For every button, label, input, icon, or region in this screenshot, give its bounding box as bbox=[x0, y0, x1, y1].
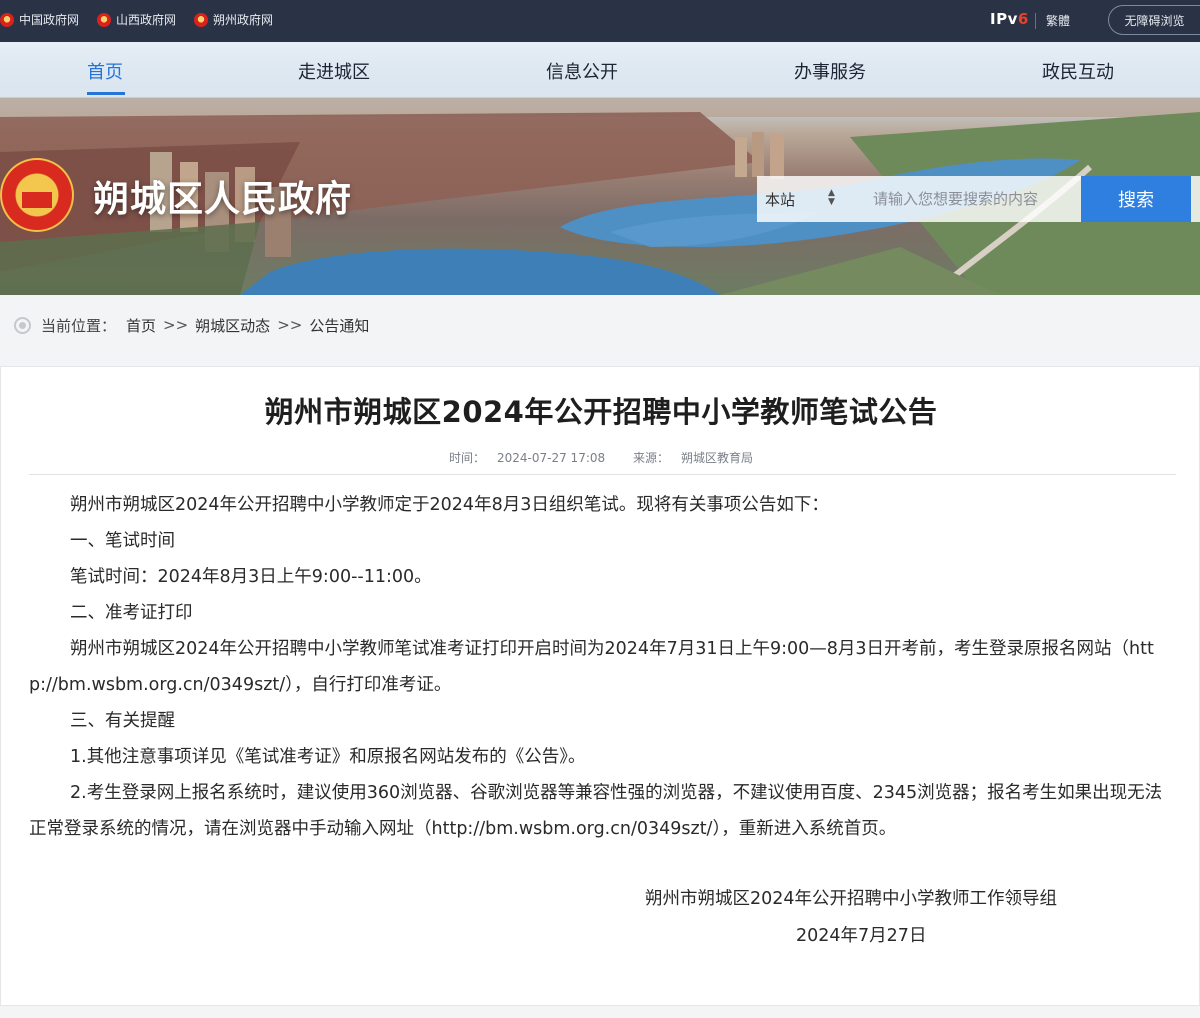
emblem-icon bbox=[0, 12, 14, 27]
top-link-shuozhou[interactable]: 朔州政府网 bbox=[194, 11, 273, 28]
nav-active-indicator bbox=[87, 92, 125, 95]
ipv6-suffix: 6 bbox=[1017, 10, 1029, 28]
top-bar: 中国政府网 山西政府网 朔州政府网 IPv6 繁體 无障碍浏览 bbox=[0, 0, 1200, 42]
breadcrumb: 当前位置： 首页 >> 朔城区动态 >> 公告通知 bbox=[0, 295, 1200, 355]
divider bbox=[1035, 13, 1036, 29]
up-down-arrow-icon: ▲ ▼ bbox=[828, 188, 835, 207]
article: 朔州市朔城区2024年公开招聘中小学教师笔试公告 时间： 2024-07-27 1… bbox=[0, 366, 1200, 1006]
breadcrumb-separator: >> bbox=[277, 316, 303, 334]
paragraph: 朔州市朔城区2024年公开招聘中小学教师定于2024年8月3日组织笔试。现将有关… bbox=[70, 495, 829, 515]
main-nav: 首页 走进城区 信息公开 办事服务 政民互动 bbox=[0, 42, 1200, 98]
article-body: 朔州市朔城区2024年公开招聘中小学教师定于2024年8月3日组织笔试。现将有关… bbox=[29, 487, 1177, 847]
site-title[interactable]: 朔城区人民政府 bbox=[93, 170, 352, 222]
search-input[interactable] bbox=[845, 176, 1081, 222]
divider bbox=[29, 474, 1176, 475]
publish-time: 2024-07-27 17:08 bbox=[497, 451, 606, 465]
search-scope-label: 本站 bbox=[765, 190, 796, 209]
search-bar: 本站 ▲▼ 搜索 bbox=[757, 176, 1200, 222]
ipv6-prefix: IPv bbox=[990, 10, 1018, 28]
nav-about-district[interactable]: 走进城区 bbox=[298, 58, 370, 84]
section-heading: 三、有关提醒 bbox=[70, 711, 175, 731]
paragraph: 朔州市朔城区2024年公开招聘中小学教师笔试准考证打印开启时间为2024年7月3… bbox=[29, 639, 1154, 695]
paragraph: 1.其他注意事项详见《笔试准考证》和原报名网站发布的《公告》。 bbox=[70, 747, 586, 767]
breadcrumb-home[interactable]: 首页 bbox=[126, 315, 156, 336]
breadcrumb-label: 当前位置： bbox=[41, 316, 117, 335]
top-links: 中国政府网 山西政府网 朔州政府网 bbox=[0, 11, 291, 28]
traditional-chinese-link[interactable]: 繁體 bbox=[1046, 12, 1070, 29]
emblem-icon bbox=[194, 12, 209, 27]
location-icon bbox=[14, 316, 31, 334]
nav-services[interactable]: 办事服务 bbox=[794, 58, 866, 84]
top-link-gov-cn[interactable]: 中国政府网 bbox=[0, 11, 79, 28]
top-link-label: 中国政府网 bbox=[19, 13, 80, 27]
breadcrumb-notices[interactable]: 公告通知 bbox=[309, 315, 369, 336]
national-emblem-icon[interactable]: ★ bbox=[0, 158, 74, 232]
paragraph: 笔试时间：2024年8月3日上午9:00--11:00。 bbox=[70, 567, 432, 587]
article-meta: 时间： 2024-07-27 17:08 来源： 朔城区教育局 bbox=[1, 449, 1200, 466]
paragraph: 2.考生登录网上报名系统时，建议使用360浏览器、谷歌浏览器等兼容性强的浏览器，… bbox=[29, 783, 1163, 839]
accessibility-button[interactable]: 无障碍浏览 bbox=[1108, 5, 1200, 35]
article-title: 朔州市朔城区2024年公开招聘中小学教师笔试公告 bbox=[264, 395, 938, 429]
time-label: 时间： bbox=[448, 451, 485, 465]
signature: 朔州市朔城区2024年公开招聘中小学教师工作领导组 bbox=[645, 889, 1058, 909]
emblem-icon bbox=[97, 12, 112, 27]
nav-info-disclosure[interactable]: 信息公开 bbox=[546, 58, 618, 84]
nav-home[interactable]: 首页 bbox=[87, 58, 123, 84]
source-label: 来源： bbox=[632, 451, 669, 465]
article-source: 朔城区教育局 bbox=[680, 451, 753, 465]
ipv6-badge: IPv6 bbox=[990, 10, 1029, 28]
nav-interaction[interactable]: 政民互动 bbox=[1042, 58, 1114, 84]
section-heading: 一、笔试时间 bbox=[70, 531, 175, 551]
breadcrumb-district-news[interactable]: 朔城区动态 bbox=[195, 315, 270, 336]
section-heading: 二、准考证打印 bbox=[70, 603, 193, 623]
breadcrumb-separator: >> bbox=[163, 316, 189, 334]
signature-date: 2024年7月27日 bbox=[796, 926, 927, 946]
top-link-label: 朔州政府网 bbox=[213, 13, 274, 27]
search-scope-select[interactable]: 本站 ▲ ▼ bbox=[757, 176, 845, 222]
header-banner: 首页 走进城区 信息公开 办事服务 政民互动 ★ 朔城区人民政府 本站 ▲▼ 搜… bbox=[0, 42, 1200, 295]
top-link-shanxi[interactable]: 山西政府网 bbox=[97, 11, 176, 28]
top-link-label: 山西政府网 bbox=[116, 13, 177, 27]
search-button[interactable]: 搜索 bbox=[1081, 176, 1191, 222]
